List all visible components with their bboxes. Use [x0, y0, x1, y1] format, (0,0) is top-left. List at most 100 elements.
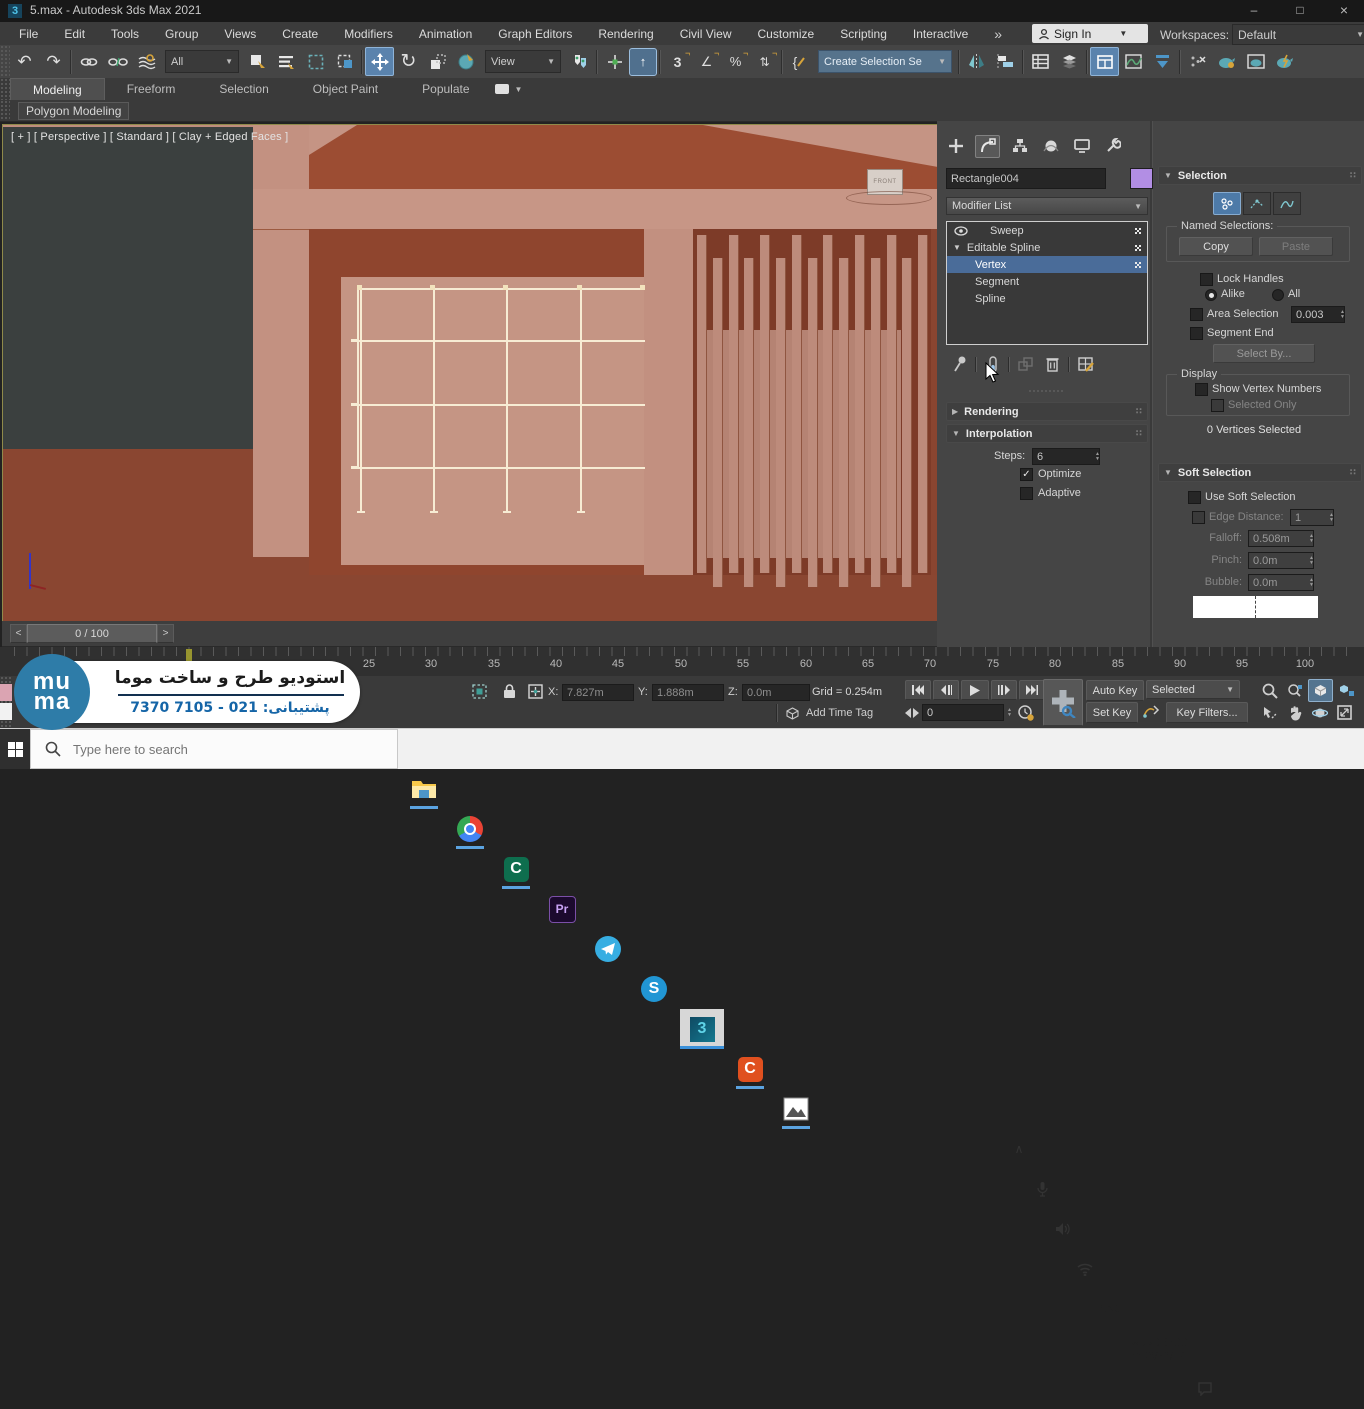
menu-animation[interactable]: Animation — [406, 22, 485, 45]
snap-toggle-3d[interactable]: 3⌐ — [663, 47, 692, 76]
motion-tab[interactable] — [1039, 136, 1062, 157]
steps-field[interactable]: 6 — [1032, 448, 1100, 465]
create-tab[interactable] — [944, 136, 967, 157]
go-to-start-button[interactable] — [905, 680, 931, 700]
lock-handles-checkbox[interactable] — [1200, 273, 1213, 286]
current-frame-field[interactable]: 0 — [922, 704, 1004, 721]
spline-segment[interactable] — [430, 511, 438, 513]
play-button[interactable] — [961, 680, 989, 700]
taskbar-camtasia-recorder[interactable]: C — [730, 1049, 770, 1089]
area-spinner[interactable]: ▲▼ — [1340, 306, 1345, 323]
expand-arrow-icon[interactable]: ▼ — [953, 243, 961, 252]
spline-segment[interactable] — [506, 288, 508, 513]
configure-modifier-sets-button[interactable] — [1074, 354, 1097, 375]
spline-segment[interactable] — [351, 466, 357, 469]
visibility-eye-icon[interactable] — [954, 226, 968, 236]
menu-create[interactable]: Create — [269, 22, 331, 45]
menu-modifiers[interactable]: Modifiers — [331, 22, 406, 45]
taskbar-3dsmax-active[interactable]: 3 — [680, 1009, 724, 1049]
spline-segment[interactable] — [577, 511, 585, 513]
adaptive-checkbox[interactable] — [1020, 487, 1033, 500]
key-filters-button[interactable]: Key Filters... — [1166, 702, 1248, 723]
minimize-button[interactable]: – — [1232, 0, 1276, 22]
alike-radio[interactable] — [1205, 289, 1217, 301]
spline-vertex-marker[interactable] — [357, 285, 362, 290]
menu-edit[interactable]: Edit — [51, 22, 98, 45]
spline-segment[interactable] — [357, 404, 645, 406]
utilities-tab[interactable] — [1101, 136, 1124, 157]
modify-tab[interactable] — [975, 135, 1000, 158]
toggle-ribbon-button[interactable] — [1090, 47, 1119, 76]
angle-snap-toggle[interactable]: ∠⌐ — [692, 47, 721, 76]
undo-button[interactable]: ↶ — [10, 47, 39, 76]
render-setup-button[interactable] — [1212, 47, 1241, 76]
next-frame-button[interactable]: > — [157, 624, 174, 643]
menu-interactive[interactable]: Interactive — [900, 22, 981, 45]
hierarchy-tab[interactable] — [1008, 136, 1031, 157]
spline-vertex-marker[interactable] — [503, 285, 508, 290]
previous-frame-button[interactable]: < — [10, 624, 27, 643]
modifier-list-dropdown[interactable]: Modifier List ▼ — [946, 197, 1148, 215]
ribbon2-dock-handle[interactable] — [0, 100, 10, 121]
select-object-button[interactable] — [243, 47, 272, 76]
stack-row-spline[interactable]: Spline — [947, 290, 1147, 307]
spline-segment[interactable] — [580, 288, 582, 513]
spline-segment[interactable] — [503, 511, 511, 513]
menu-rendering[interactable]: Rendering — [585, 22, 666, 45]
selection-lock-toggle[interactable] — [498, 681, 521, 702]
area-selection-checkbox[interactable] — [1190, 308, 1203, 321]
rollout-interpolation[interactable]: ▼ Interpolation ∷ — [946, 424, 1148, 443]
spinner-snap-toggle[interactable]: ⇅⌐ — [750, 47, 779, 76]
remove-modifier-button[interactable] — [1041, 354, 1064, 375]
menu-tools[interactable]: Tools — [98, 22, 152, 45]
select-and-rotate-button[interactable]: ↻ — [394, 47, 423, 76]
selection-filter-dropdown[interactable]: All▼ — [165, 50, 239, 73]
stack-row-editable-spline[interactable]: ▼ Editable Spline — [947, 239, 1147, 256]
render-production-button[interactable] — [1270, 47, 1299, 76]
sign-in-button[interactable]: Sign In ▼ — [1032, 24, 1148, 43]
taskbar-skype[interactable]: S — [634, 969, 674, 1009]
spline-vertex-marker[interactable] — [577, 285, 582, 290]
vertex-subobject-button[interactable] — [1213, 192, 1241, 215]
frame-spinner[interactable]: ▲▼ — [1007, 704, 1012, 721]
z-coord-field[interactable]: 0.0m — [742, 684, 810, 701]
perspective-viewport[interactable]: FRONT [ + ] [ Perspective ] [ Standard ]… — [2, 124, 939, 622]
ribbon-dock-handle[interactable] — [0, 78, 10, 100]
ribbon-tab-populate[interactable]: Populate — [400, 78, 491, 100]
unlink-selection-icon[interactable] — [103, 47, 132, 76]
spline-segment[interactable] — [351, 339, 357, 342]
ribbon-tab-freeform[interactable]: Freeform — [105, 78, 198, 100]
zoom-all-button[interactable] — [1283, 680, 1306, 701]
object-color-swatch[interactable] — [1130, 168, 1153, 189]
spline-segment[interactable] — [357, 288, 359, 469]
viewport-label[interactable]: [ + ] [ Perspective ] [ Standard ] [ Cla… — [11, 131, 288, 143]
taskbar-file-explorer[interactable] — [404, 769, 444, 809]
spline-vertex-marker[interactable] — [640, 285, 645, 290]
spline-vertex-marker[interactable] — [430, 285, 435, 290]
search-input[interactable] — [71, 741, 375, 758]
spline-segment[interactable] — [357, 467, 645, 469]
stack-row-vertex[interactable]: Vertex — [947, 256, 1147, 273]
panel-splitter-grip[interactable] — [1028, 389, 1064, 394]
time-slider-handle[interactable]: 0 / 100 — [27, 624, 157, 643]
optimize-checkbox[interactable]: ✓ — [1020, 468, 1033, 481]
toggle-scene-explorer-button[interactable] — [1026, 47, 1055, 76]
steps-spinner[interactable]: ▲▼ — [1095, 448, 1100, 465]
select-by-button[interactable]: Select By... — [1213, 344, 1315, 363]
spline-segment[interactable] — [433, 288, 435, 513]
menu-graph-editors[interactable]: Graph Editors — [485, 22, 585, 45]
y-coord-field[interactable]: 1.888m — [652, 684, 724, 701]
curve-editor-button[interactable] — [1119, 47, 1148, 76]
editable-spline-grid[interactable] — [3, 125, 938, 621]
object-name-field[interactable]: Rectangle004 — [946, 168, 1106, 189]
pan-hand-button[interactable] — [1283, 702, 1306, 723]
stack-row-segment[interactable]: Segment — [947, 273, 1147, 290]
key-mode-dropdown[interactable]: Selected ▼ — [1146, 680, 1240, 699]
taskbar-chrome[interactable] — [450, 809, 490, 849]
rollout-soft-selection[interactable]: ▼ Soft Selection ∷ — [1158, 463, 1362, 482]
spline-segment[interactable] — [357, 340, 645, 342]
select-by-name-button[interactable] — [272, 47, 301, 76]
named-selection-sets-dropdown[interactable]: Create Selection Se▼ — [818, 50, 952, 73]
tray-speaker-icon[interactable] — [1052, 1209, 1074, 1249]
rollout-selection[interactable]: ▼ Selection ∷ — [1158, 166, 1362, 185]
